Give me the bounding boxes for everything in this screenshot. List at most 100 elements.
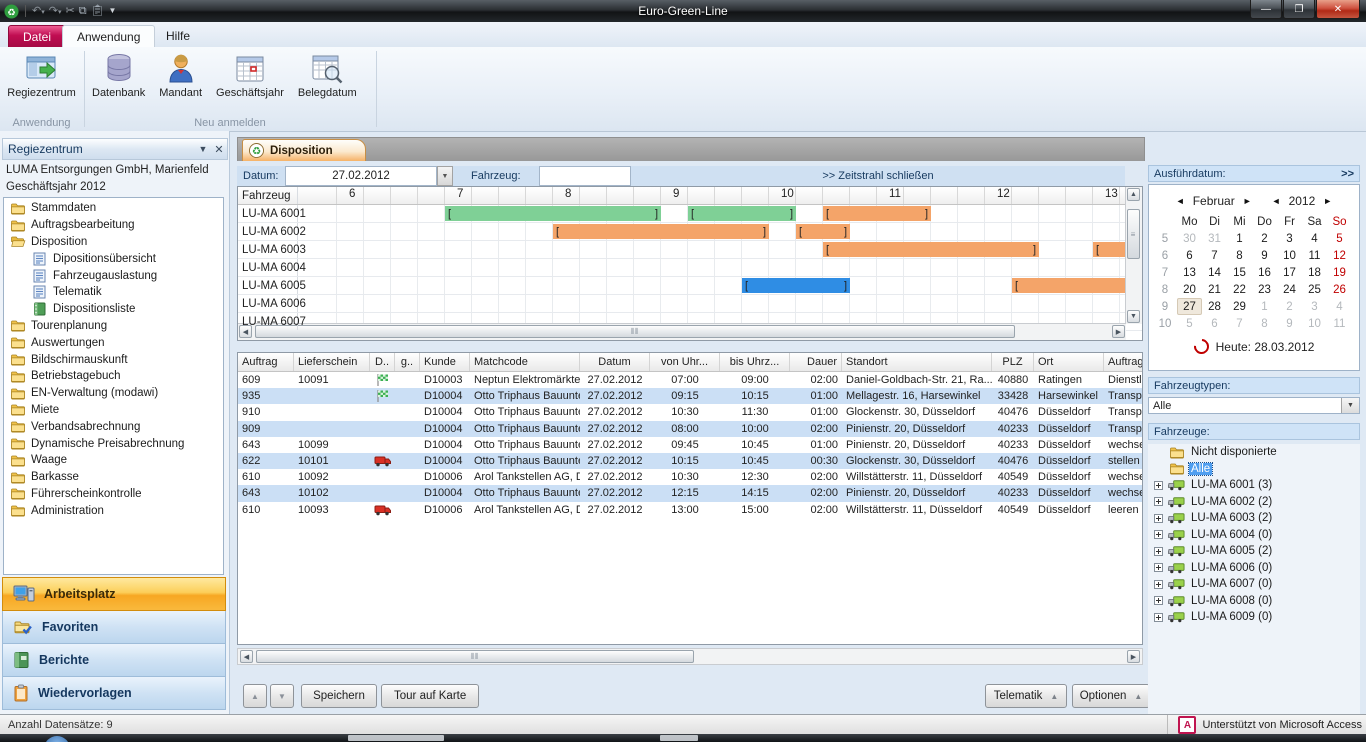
today-label[interactable]: Heute: 28.03.2012 [1216,340,1315,354]
column-header[interactable]: Auftrag [238,353,294,371]
restore-button[interactable]: ❐ [1283,0,1315,19]
gantt-horizontal-scrollbar[interactable]: ◀ ⦀⦀ ▶ [238,323,1126,340]
taskbar-button[interactable] [348,735,444,741]
datum-input[interactable]: 27.02.2012 [285,166,437,186]
tour-auf-karte-button[interactable]: Tour auf Karte [381,684,480,708]
zeitstrahl-link[interactable]: >> Zeitstrahl schließen [631,166,1125,186]
calendar-day[interactable]: 24 [1277,281,1302,298]
calendar-day[interactable]: 20 [1177,281,1202,298]
calendar-day[interactable]: 7 [1227,315,1252,332]
expand-link[interactable]: >> [1341,168,1354,180]
table-row[interactable]: 61010093D10006Arol Tankstellen AG, Düsse… [238,502,1142,518]
calendar-day[interactable]: 19 [1327,264,1352,281]
tab-datei[interactable]: Datei [8,25,67,48]
mandant-button[interactable]: Mandant [152,47,209,99]
close-button[interactable]: ✕ [1316,0,1360,19]
column-header[interactable]: bis Uhrz... [720,353,790,371]
table-row[interactable]: 910D10004Otto Triphaus Bauunterneh...27.… [238,404,1142,420]
telematik-button[interactable]: Telematik ▲ [985,684,1067,708]
prev-month-icon[interactable]: ◄ [1176,196,1185,206]
belegdatum-button[interactable]: Belegdatum [291,47,364,99]
scroll-right-icon[interactable]: ▶ [1112,325,1125,338]
vehicle-item-lu-ma-6002-2-[interactable]: LU-MA 6002 (2) [1148,494,1360,511]
sidebar-item-betriebstagebuch[interactable]: Betriebstagebuch [4,368,223,385]
calendar-day[interactable]: 16 [1252,264,1277,281]
nav-wiedervorlagen[interactable]: Wiedervorlagen [2,677,226,710]
expand-icon[interactable] [1153,497,1163,507]
calendar-day[interactable]: 25 [1302,281,1327,298]
calendar-day[interactable]: 26 [1327,281,1352,298]
vehicle-item-lu-ma-6007-0-[interactable]: LU-MA 6007 (0) [1148,576,1360,593]
table-row[interactable]: 909D10004Otto Triphaus Bauunterneh...27.… [238,420,1142,437]
calendar-day[interactable]: 9 [1277,315,1302,332]
calendar-day[interactable]: 22 [1227,281,1252,298]
move-down-button[interactable]: ▼ [270,684,294,708]
vehicle-item-lu-ma-6008-0-[interactable]: LU-MA 6008 (0) [1148,593,1360,610]
customize-icon[interactable]: ▼ [109,7,117,15]
sidebar-item-barkasse[interactable]: Barkasse [4,469,223,486]
expand-icon[interactable] [1153,563,1163,573]
calendar-day[interactable]: 10 [1302,315,1327,332]
column-header[interactable]: Dauer [790,353,842,371]
next-month-icon[interactable]: ► [1243,196,1252,206]
sidebar-item-administration[interactable]: Administration [4,502,223,519]
calendar-day[interactable]: 4 [1327,298,1352,315]
undo-icon[interactable]: ↶▾ [32,5,45,17]
calendar-day[interactable]: 31 [1202,230,1227,247]
column-header[interactable]: g.. [395,353,420,371]
start-orb-icon[interactable] [44,736,70,742]
sidebar-item-dispositionsliste[interactable]: Dispositionsliste [4,301,223,318]
minimize-button[interactable]: — [1250,0,1282,19]
sidebar-item-auswertungen[interactable]: Auswertungen [4,334,223,351]
calendar-day[interactable]: 1 [1252,298,1277,315]
calendar-day[interactable]: 7 [1202,247,1227,264]
table-horizontal-scrollbar[interactable]: ◀ ⦀⦀ ▶ [237,648,1143,665]
vehicle-item-lu-ma-6009-0-[interactable]: LU-MA 6009 (0) [1148,609,1360,626]
column-header[interactable]: Lieferschein [294,353,370,371]
vehicle-item-lu-ma-6004-0-[interactable]: LU-MA 6004 (0) [1148,527,1360,544]
scroll-thumb[interactable]: ≡ [1127,209,1140,259]
nav-berichte[interactable]: Berichte [2,644,226,677]
calendar-day[interactable]: 29 [1227,298,1252,315]
gantt-bar[interactable]: [] [823,206,931,221]
save-button[interactable]: Speichern [301,684,377,708]
sidebar-item-tourenplanung[interactable]: Tourenplanung [4,318,223,335]
expand-icon[interactable] [1153,480,1163,490]
calendar-day[interactable]: 5 [1327,230,1352,247]
taskbar[interactable] [0,734,1366,742]
sidebar-item-dynamische-preisabrechnung[interactable]: Dynamische Preisabrechnung [4,435,223,452]
table-row[interactable]: 60910091D10003Neptun Elektromärkte Gmb..… [238,372,1142,388]
column-header[interactable]: Matchcode [470,353,580,371]
tab-hilfe[interactable]: Hilfe [152,25,204,46]
calendar-day[interactable]: 10 [1277,247,1302,264]
calendar-day[interactable]: 13 [1177,264,1202,281]
calendar-day[interactable]: 6 [1177,247,1202,264]
paste-icon[interactable]: 📋︎ [91,5,105,17]
scroll-left-icon[interactable]: ◀ [240,650,253,663]
calendar-day[interactable]: 11 [1302,247,1327,264]
taskbar-button[interactable] [660,735,698,741]
datenbank-button[interactable]: Datenbank [85,47,152,99]
gantt-bar[interactable]: [] [796,224,850,239]
calendar-day[interactable]: 14 [1202,264,1227,281]
vehicle-item-lu-ma-6001-3-[interactable]: LU-MA 6001 (3) [1148,477,1360,494]
vehicle-item-nicht-disponierte[interactable]: Nicht disponierte [1148,444,1360,461]
sidebar-menu-icon[interactable]: ▼ [195,144,211,154]
calendar-day[interactable]: 27 [1177,298,1202,315]
calendar-day[interactable]: 11 [1327,315,1352,332]
column-header[interactable]: Kunde [420,353,470,371]
column-header[interactable]: PLZ [992,353,1034,371]
expand-icon[interactable] [1153,596,1163,606]
table-row[interactable]: 62210101D10004Otto Triphaus Bauunterneh.… [238,452,1142,470]
optionen-button[interactable]: Optionen ▲ [1072,684,1150,708]
vehicle-item-alle[interactable]: Alle [1148,461,1360,478]
calendar-day[interactable]: 17 [1277,264,1302,281]
sidebar-item-f-hrerscheinkontrolle[interactable]: Führerscheinkontrolle [4,486,223,503]
next-year-icon[interactable]: ► [1323,196,1332,206]
vehicle-item-lu-ma-6003-2-[interactable]: LU-MA 6003 (2) [1148,510,1360,527]
sidebar-item-auftragsbearbeitung[interactable]: Auftragsbearbeitung [4,217,223,234]
sidebar-item-bildschirmauskunft[interactable]: Bildschirmauskunft [4,351,223,368]
calendar-day[interactable]: 9 [1252,247,1277,264]
calendar-day[interactable]: 30 [1177,230,1202,247]
sidebar-item-telematik[interactable]: Telematik [4,284,223,301]
